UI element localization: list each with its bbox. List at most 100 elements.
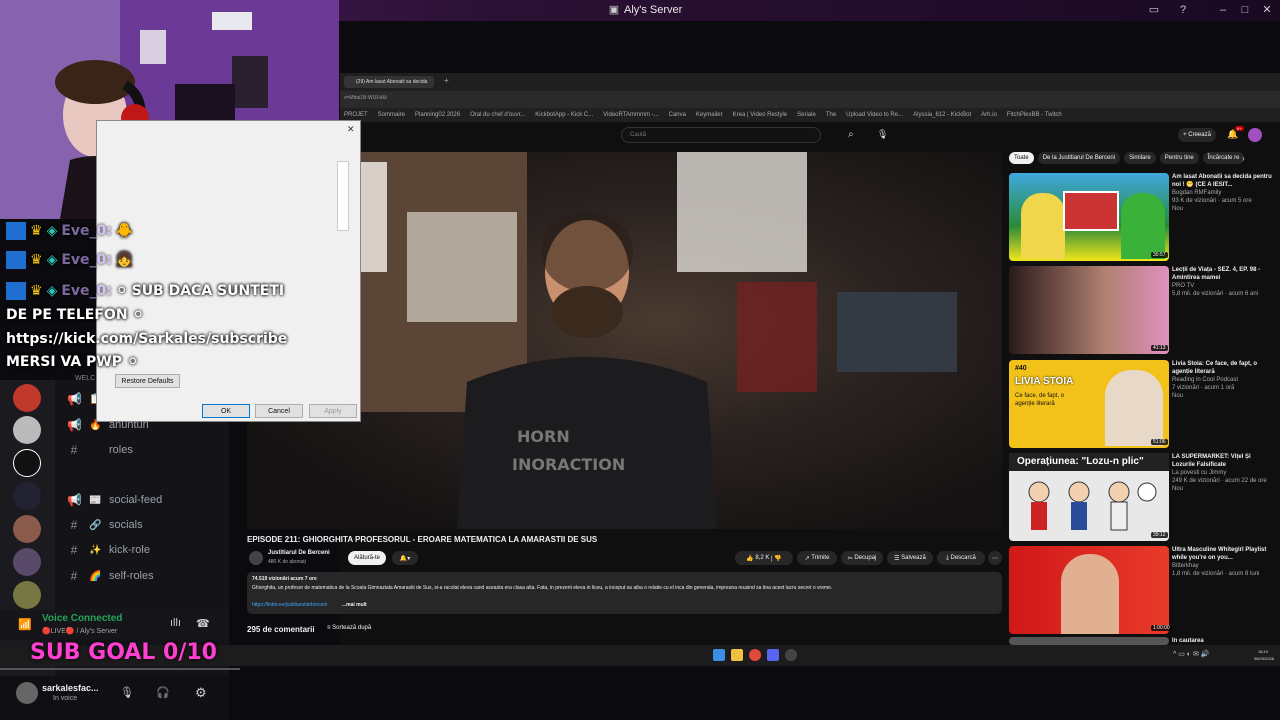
server-icon-6[interactable] [13, 581, 41, 609]
voice-channel[interactable]: 🔴LIVE🔴 / Aly's Server [42, 627, 117, 635]
more-link[interactable]: ...mai mult [342, 602, 367, 608]
share-label: Trimite [811, 555, 830, 561]
chrome-icon[interactable] [749, 649, 761, 661]
thumbnail-2[interactable] [1009, 266, 1169, 354]
explorer-icon[interactable] [731, 649, 743, 661]
join-button[interactable]: Alătură-te [348, 551, 386, 565]
recommended-meta[interactable]: Lecții de Viața - SEZ. 4, EP. 98 - Amint… [1172, 266, 1272, 298]
recommended-meta[interactable]: Ultra Masculine Whitegirl Playlist while… [1172, 546, 1272, 578]
restore-defaults-button[interactable]: Restore Defaults [115, 374, 180, 388]
bookmark-item[interactable]: Krea | Video Restyle [733, 112, 787, 118]
browser-tab[interactable]: (29) Am lasat Abonatii sa decida [344, 76, 434, 88]
channel-roles[interactable]: # roles [67, 439, 227, 461]
tray-icons[interactable]: ^ ▭ ◐ ✉ 🔊 [1173, 650, 1210, 658]
bookmark-item[interactable]: PROJET [344, 112, 368, 118]
channel-socials[interactable]: # 🔗 socials [67, 514, 227, 536]
bookmark-item[interactable]: Arh.io [981, 112, 997, 118]
chat-link: https://kick.com/Sarkales/subscribe [6, 331, 288, 347]
ok-label: OK [220, 407, 232, 415]
bookmark-item[interactable]: KickbotApp - Kick C... [535, 112, 593, 118]
voice-search-icon[interactable]: 🎙 [877, 129, 888, 140]
recommended-meta[interactable]: Livia Stoia: Ce face, de fapt, o agenție… [1172, 360, 1272, 400]
bookmark-item[interactable]: FitchPlexBB - Twitch [1007, 112, 1062, 118]
create-button[interactable]: + Creează [1178, 128, 1216, 142]
bookmark-item[interactable]: Canva [669, 112, 686, 118]
thumbnail-3[interactable]: #40 LIVIA STOIA Ce face, de fapt, o agen… [1009, 360, 1169, 448]
new-tab-icon[interactable]: + [444, 76, 449, 85]
search-input[interactable]: Caută [621, 127, 821, 143]
address-bar[interactable]: v=Mttai1B-WUFd&t [340, 91, 1280, 108]
apply-label: Apply [324, 407, 342, 415]
description-box[interactable]: 74.519 vizionări acum 7 ore Ghiorghita, … [247, 572, 1002, 614]
description-text: Ghiorghita, un profesor de matematica de… [252, 585, 833, 591]
help-icon[interactable]: ? [1176, 3, 1190, 17]
inbox-icon[interactable]: ▭ [1147, 3, 1161, 17]
bookmark-item[interactable]: VideoRTAmmmm -... [603, 112, 658, 118]
minimize-icon[interactable]: – [1216, 3, 1230, 17]
filter-chip[interactable]: De la Justitiarul De Berceni [1037, 152, 1121, 164]
start-icon[interactable] [713, 649, 725, 661]
filter-chip[interactable]: Încărcate re [1202, 152, 1245, 164]
obs-icon[interactable] [785, 649, 797, 661]
bookmark-item[interactable]: The [826, 112, 836, 118]
subscribed-bell-button[interactable]: 🔔▾ [392, 551, 418, 565]
filter-chip[interactable]: Toate [1009, 152, 1034, 164]
server-icon-w2g[interactable] [13, 449, 41, 477]
avatar[interactable] [16, 682, 38, 704]
channel-self-roles[interactable]: # 🌈 self-roles [67, 565, 227, 587]
bookmark-item[interactable]: Seriale [797, 112, 816, 118]
bookmark-item[interactable]: Planning02 2026 [415, 112, 460, 118]
clip-button[interactable]: ✂ Decupaj [841, 551, 883, 565]
filter-chip[interactable]: Similare [1124, 152, 1156, 164]
bell-icon: 🔔▾ [399, 555, 411, 562]
dialog-close-icon[interactable]: ✕ [347, 124, 355, 135]
headphones-icon[interactable]: 🎧 [156, 686, 170, 699]
thumbnail-1[interactable] [1009, 173, 1169, 261]
save-button[interactable]: ☰ Salvează [887, 551, 933, 565]
channel-social-feed[interactable]: 📢 📰 social-feed [67, 489, 227, 511]
soundboard-icon[interactable]: ıllı [170, 617, 181, 629]
recommended-meta[interactable]: Am lasat Abonatii sa decida pentru noi !… [1172, 173, 1272, 213]
account-avatar[interactable] [1248, 128, 1262, 142]
bookmark-item[interactable]: Sommaire [378, 112, 405, 118]
bookmark-item[interactable]: Oral du chef d'ouvr... [470, 112, 525, 118]
channel-kick-role[interactable]: # ✨ kick-role [67, 539, 227, 561]
channel-name[interactable]: Justitiarul De Berceni [268, 550, 330, 556]
server-icon-4[interactable] [13, 515, 41, 543]
thumbnail-5[interactable] [1009, 546, 1169, 634]
disconnect-icon[interactable]: ☎ [196, 617, 210, 630]
bookmark-item[interactable]: Alyssia_612 - KickBot [913, 112, 971, 118]
signal-icon[interactable]: 📶 [18, 618, 32, 631]
chevron-right-icon[interactable]: › [1242, 154, 1245, 163]
server-icon-2[interactable] [13, 416, 41, 444]
channel-avatar[interactable] [249, 551, 263, 565]
badge-icon [6, 282, 26, 300]
maximize-icon[interactable]: □ [1238, 3, 1252, 17]
server-icon-1[interactable] [13, 384, 41, 412]
share-button[interactable]: ↗ Trimite [797, 551, 837, 565]
thumbnail-4[interactable]: Operațiunea: "Lozu-n plic" [1009, 453, 1169, 541]
settings-gear-icon[interactable]: ⚙ [195, 685, 207, 701]
thumbnail-6[interactable] [1009, 637, 1169, 645]
subgoal-bar [0, 668, 240, 670]
like-button[interactable]: 👍 8,2 K | 👎 [735, 551, 793, 565]
bookmark-item[interactable]: Keymailer [696, 112, 723, 118]
server-icon-3[interactable] [13, 482, 41, 510]
ok-button[interactable]: OK [202, 404, 250, 418]
apply-button[interactable]: Apply [309, 404, 357, 418]
search-icon[interactable]: ⌕ [848, 129, 854, 140]
cancel-button[interactable]: Cancel [255, 404, 303, 418]
megaphone-icon: 📢 [67, 493, 82, 507]
download-button[interactable]: ⤓ Descarcă [937, 551, 985, 565]
close-icon[interactable]: ✕ [1260, 3, 1274, 17]
more-actions-button[interactable]: ⋯ [988, 551, 1002, 565]
discord-icon[interactable] [767, 649, 779, 661]
bookmark-item[interactable]: Upload Video to Re... [846, 112, 903, 118]
server-icon-5[interactable] [13, 548, 41, 576]
filter-chip[interactable]: Pentru tine [1159, 152, 1199, 164]
recommended-meta[interactable]: In cautarea [1172, 637, 1272, 645]
recommended-meta[interactable]: LA SUPERMARKET: Vițel Și Lozurile Falsif… [1172, 453, 1272, 493]
description-link[interactable]: https://linktr.ee/justitiaruldeberceni [252, 602, 327, 608]
sort-button[interactable]: ≡ Sortează după [327, 625, 371, 631]
mic-icon[interactable]: 🎙 [120, 686, 134, 699]
